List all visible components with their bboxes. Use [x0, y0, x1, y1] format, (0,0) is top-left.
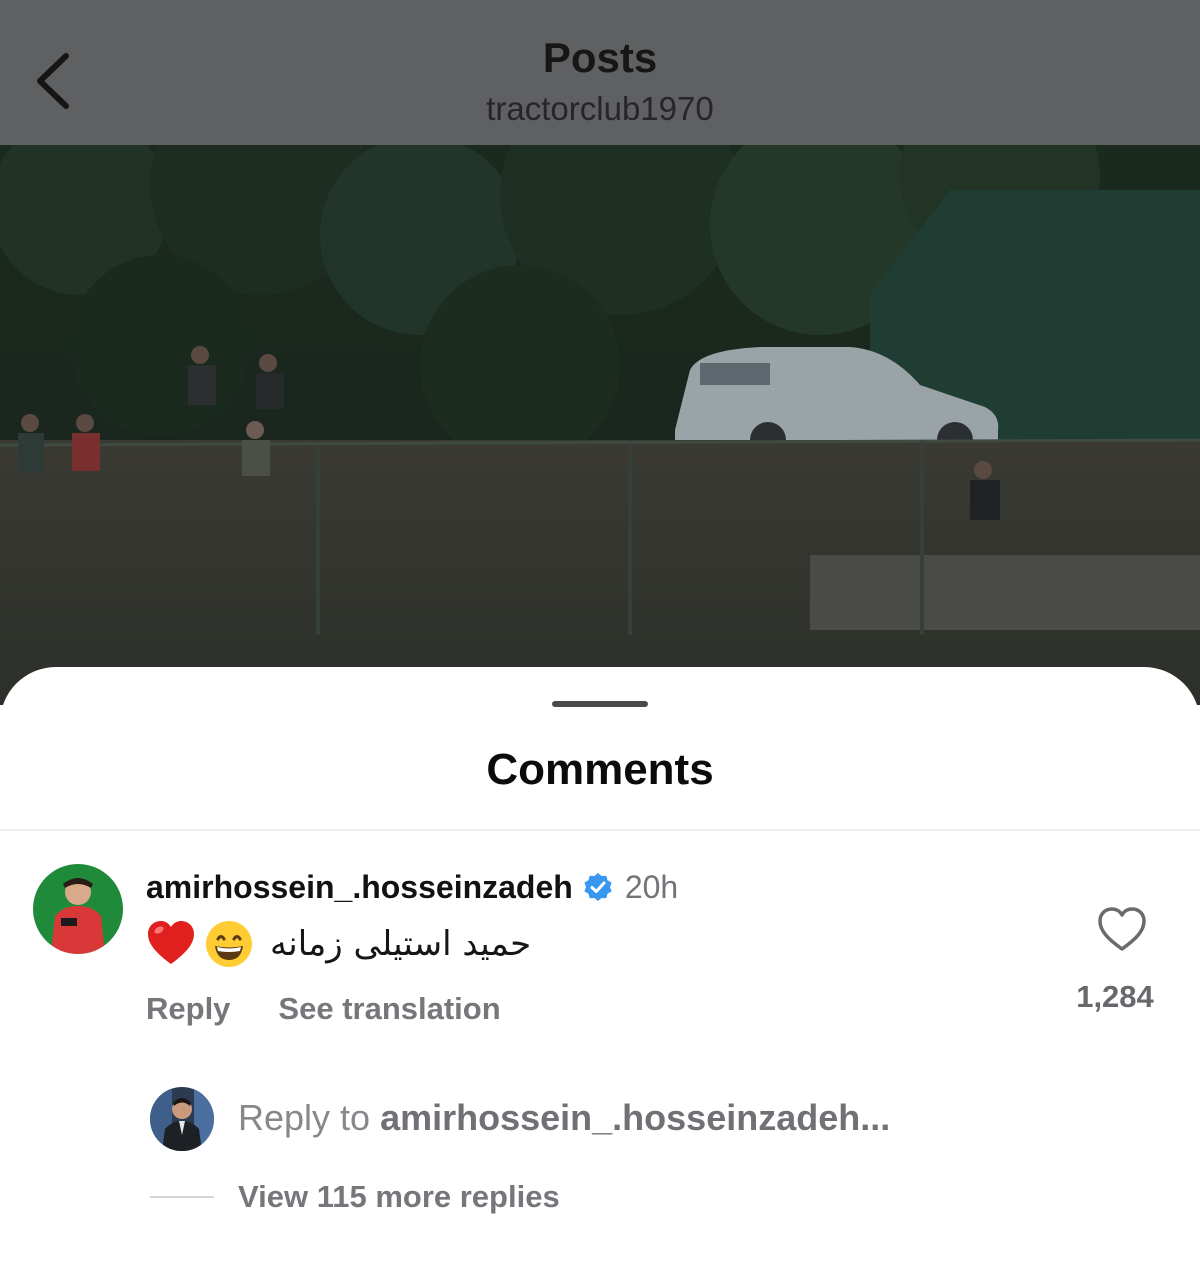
current-user-avatar [150, 1087, 214, 1151]
commenter-avatar-image [33, 864, 123, 954]
reply-input[interactable]: Reply to amirhossein_.hosseinzadeh... [238, 1095, 890, 1141]
reply-input-prefix: Reply to [238, 1097, 371, 1138]
reply-button[interactable]: Reply [146, 991, 230, 1027]
comment-body: حمید استیلی زمانه [146, 919, 531, 969]
comment-header: amirhossein_.hosseinzadeh 20h [146, 867, 678, 907]
commenter-avatar[interactable] [33, 864, 123, 954]
grinning-face-emoji-icon [204, 919, 254, 969]
sheet-drag-handle[interactable] [552, 701, 648, 707]
divider [0, 829, 1200, 831]
page-title: Posts [542, 34, 658, 81]
reply-input-username: amirhossein_.hosseinzadeh... [380, 1097, 891, 1138]
comment-username[interactable]: amirhossein_.hosseinzadeh [146, 869, 573, 906]
comment-actions: Reply See translation [146, 989, 501, 1029]
like-button[interactable] [1096, 905, 1148, 953]
current-user-avatar-image [150, 1087, 214, 1151]
verified-badge-icon [583, 872, 613, 902]
heart-outline-icon [1098, 907, 1146, 951]
page-subtitle-username: tractorclub1970 [486, 90, 714, 127]
comment-timestamp: 20h [624, 868, 679, 905]
replies-connector-line [150, 1196, 214, 1198]
comments-title: Comments [486, 745, 714, 794]
comments-sheet: Comments amirhossein_.hosseinzadeh 20h ح… [0, 667, 1200, 1272]
red-heart-emoji-icon [146, 919, 196, 969]
top-navigation-bar: Posts tractorclub1970 [0, 0, 1200, 145]
post-photo-image [0, 145, 1200, 705]
post-photo[interactable] [0, 145, 1200, 705]
view-more-replies-button[interactable]: View 115 more replies [238, 1177, 560, 1217]
see-translation-button[interactable]: See translation [278, 991, 500, 1027]
comment-text: حمید استیلی زمانه [270, 924, 532, 964]
like-count: 1,284 [1076, 979, 1154, 1014]
